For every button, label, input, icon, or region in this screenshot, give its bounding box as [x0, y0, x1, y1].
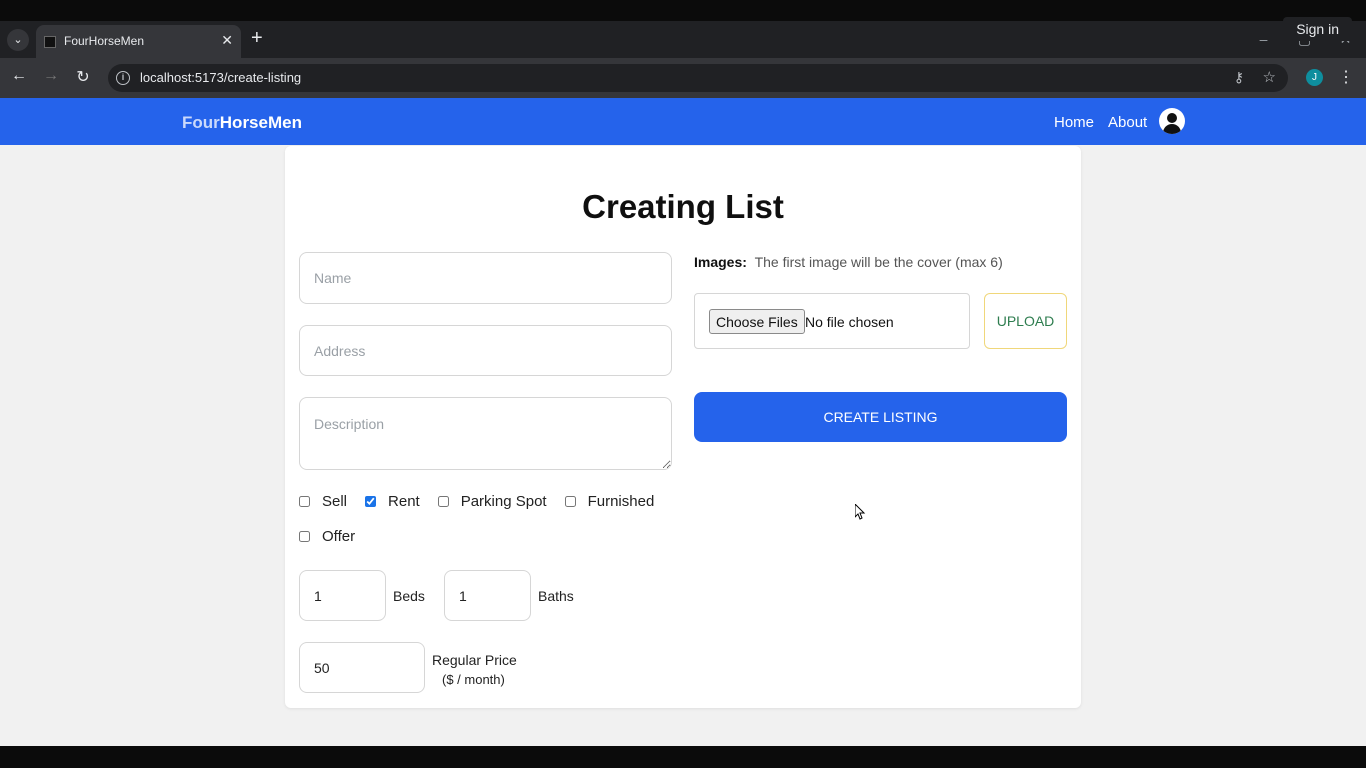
brand-logo[interactable]: FourHorseMen — [182, 113, 302, 133]
offer-checkbox-group[interactable]: Offer — [299, 528, 355, 545]
nav-home-link[interactable]: Home — [1054, 114, 1094, 131]
brand-part-2: HorseMen — [219, 113, 302, 132]
checkbox-row-2: Offer — [299, 528, 373, 545]
tab-title: FourHorseMen — [64, 34, 145, 48]
file-input-box: Choose Files No file chosen — [694, 293, 970, 349]
minimize-icon[interactable]: – — [1243, 21, 1284, 58]
create-listing-button[interactable]: CREATE LISTING — [694, 392, 1067, 442]
furnished-checkbox-group[interactable]: Furnished — [564, 493, 655, 510]
images-label: Images: The first image will be the cove… — [694, 254, 1003, 270]
page-viewport: FourHorseMen Home About Creating List Se… — [0, 98, 1366, 746]
description-textarea[interactable] — [299, 397, 672, 470]
address-input[interactable] — [299, 325, 672, 376]
tab-strip: ⌄ FourHorseMen ✕ + – ▢ ✕ — [0, 21, 1366, 58]
password-key-icon[interactable]: ⚷ — [1234, 69, 1244, 86]
offer-checkbox[interactable] — [299, 531, 310, 542]
images-hint: The first image will be the cover (max 6… — [754, 254, 1003, 270]
images-label-strong: Images: — [694, 254, 747, 270]
brand-part-1: Four — [182, 113, 220, 132]
regular-price-input[interactable] — [299, 642, 425, 693]
create-listing-card: Creating List Sell Rent Parking Spot Fur… — [285, 146, 1081, 708]
baths-label: Baths — [538, 588, 574, 604]
rent-label: Rent — [388, 493, 420, 510]
sell-checkbox-group[interactable]: Sell — [299, 493, 347, 510]
reload-icon[interactable]: ↻ — [72, 67, 94, 87]
browser-menu-icon[interactable]: ⋮ — [1338, 67, 1354, 87]
regular-price-label: Regular Price — [432, 652, 517, 668]
beds-label: Beds — [393, 588, 425, 604]
mouse-cursor-icon — [855, 504, 866, 520]
browser-tab[interactable]: FourHorseMen ✕ — [36, 25, 241, 58]
baths-input[interactable] — [444, 570, 531, 621]
tab-favicon-icon — [44, 36, 56, 48]
user-avatar-icon[interactable] — [1159, 108, 1185, 134]
no-file-chosen-text: No file chosen — [805, 314, 894, 330]
beds-input[interactable] — [299, 570, 386, 621]
parking-checkbox[interactable] — [437, 496, 449, 507]
page-title: Creating List — [582, 188, 784, 225]
parking-checkbox-group[interactable]: Parking Spot — [437, 493, 547, 510]
forward-arrow-icon[interactable]: → — [40, 67, 62, 85]
app-header: FourHorseMen Home About — [0, 98, 1366, 145]
furnished-label: Furnished — [587, 493, 655, 510]
window-bottom-strip — [0, 746, 1366, 768]
sell-checkbox[interactable] — [299, 496, 310, 507]
parking-label: Parking Spot — [460, 493, 547, 510]
site-info-icon[interactable]: i — [116, 71, 130, 85]
offer-label: Offer — [322, 528, 356, 545]
sign-in-tooltip: Sign in — [1283, 17, 1352, 41]
rent-checkbox-group[interactable]: Rent — [365, 493, 420, 510]
window-top-strip — [0, 0, 1366, 21]
sell-label: Sell — [322, 493, 348, 510]
rent-checkbox[interactable] — [365, 496, 377, 507]
profile-avatar[interactable]: J — [1306, 69, 1323, 86]
price-unit-label: ($ / month) — [442, 672, 505, 687]
tab-search-chevron-icon[interactable]: ⌄ — [7, 29, 29, 51]
avatar-head — [1167, 113, 1177, 123]
new-tab-plus-icon[interactable]: + — [251, 28, 263, 48]
choose-files-button[interactable]: Choose Files — [709, 309, 805, 334]
avatar-body — [1163, 124, 1181, 134]
checkbox-row-1: Sell Rent Parking Spot Furnished — [299, 493, 672, 510]
nav-about-link[interactable]: About — [1108, 114, 1147, 131]
upload-button[interactable]: UPLOAD — [984, 293, 1067, 349]
url-text[interactable]: localhost:5173/create-listing — [140, 70, 301, 85]
back-arrow-icon[interactable]: ← — [8, 67, 30, 85]
main-nav: Home About — [1054, 114, 1147, 131]
tab-close-icon[interactable]: ✕ — [221, 32, 233, 49]
address-bar-row: ← → ↻ i localhost:5173/create-listing ⚷ … — [0, 58, 1366, 98]
bookmark-star-icon[interactable]: ☆ — [1263, 68, 1276, 86]
omnibox[interactable]: i localhost:5173/create-listing ⚷ ☆ — [108, 64, 1288, 92]
furnished-checkbox[interactable] — [564, 496, 576, 507]
name-input[interactable] — [299, 252, 672, 304]
